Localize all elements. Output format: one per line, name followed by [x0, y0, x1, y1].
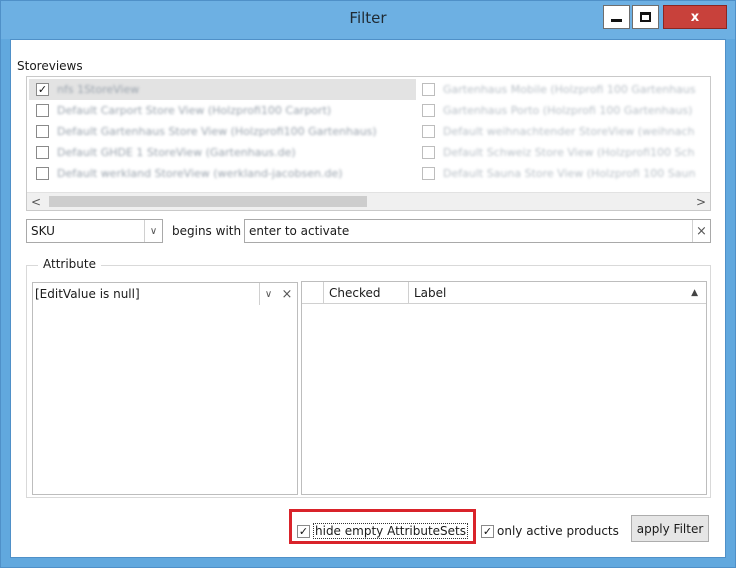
- storeview-checkbox[interactable]: [36, 125, 49, 138]
- hide-empty-label: hide empty AttributeSets: [313, 523, 469, 539]
- apply-filter-button[interactable]: apply Filter: [631, 515, 709, 542]
- attribute-set-list[interactable]: [32, 305, 298, 495]
- attribute-set-select[interactable]: [EditValue is null] ∨ ×: [32, 282, 298, 306]
- storeview-item[interactable]: Default Sauna Store View (Holzprofi 100 …: [415, 163, 710, 184]
- field-select-value: SKU: [31, 224, 55, 238]
- storeview-label: Default Carport Store View (Holzprofi100…: [57, 104, 332, 117]
- maximize-button[interactable]: [632, 5, 659, 29]
- storeview-item[interactable]: Default Schweiz Store View (Holzprofi100…: [415, 142, 710, 163]
- storeview-item[interactable]: ✓ nfs 1StoreView: [29, 79, 416, 100]
- storeviews-list[interactable]: ✓ nfs 1StoreView Default Carport Store V…: [26, 76, 711, 211]
- clear-icon[interactable]: ×: [692, 220, 710, 242]
- attribute-grid[interactable]: Checked Label ▲: [301, 281, 707, 495]
- storeview-checkbox[interactable]: [36, 167, 49, 180]
- filter-value-input[interactable]: enter to activate ×: [244, 219, 711, 243]
- only-active-label: only active products: [497, 524, 619, 538]
- field-select[interactable]: SKU ∨: [26, 219, 163, 243]
- only-active-checkbox-box[interactable]: ✓: [481, 524, 494, 538]
- storeview-label: Default Gartenhaus Store View (Holzprofi…: [57, 125, 377, 138]
- storeviews-label: Storeviews: [17, 59, 83, 73]
- storeview-item[interactable]: Default GHDE 1 StoreView (Gartenhaus.de): [29, 142, 416, 163]
- column-header-checked[interactable]: Checked: [324, 282, 409, 304]
- attribute-group-legend: Attribute: [38, 257, 101, 271]
- chevron-down-icon[interactable]: ∨: [259, 283, 277, 305]
- title-bar: Filter x: [1, 1, 735, 39]
- scrollbar-thumb[interactable]: [49, 196, 367, 207]
- hide-empty-checkbox-box[interactable]: ✓: [297, 524, 310, 538]
- storeview-label: Gartenhaus Porto (Holzprofi 100 Gartenha…: [443, 104, 693, 117]
- column-header-label[interactable]: Label ▲: [409, 282, 706, 304]
- storeview-checkbox[interactable]: [422, 167, 435, 180]
- storeview-checkbox[interactable]: [422, 146, 435, 159]
- storeviews-left-column: ✓ nfs 1StoreView Default Carport Store V…: [29, 79, 416, 184]
- only-active-products-checkbox[interactable]: ✓ only active products: [481, 517, 619, 545]
- minimize-icon: [611, 19, 622, 22]
- scroll-left-arrow-icon[interactable]: <: [27, 193, 45, 210]
- storeview-checkbox[interactable]: [422, 125, 435, 138]
- clear-icon[interactable]: ×: [277, 283, 297, 305]
- attribute-set-value: [EditValue is null]: [35, 287, 140, 301]
- storeview-label: nfs 1StoreView: [57, 83, 140, 96]
- storeview-checkbox[interactable]: ✓: [36, 83, 49, 96]
- storeview-label: Default werkland StoreView (werkland-jac…: [57, 167, 343, 180]
- storeview-item[interactable]: Default weihnachtender StoreView (weihna…: [415, 121, 710, 142]
- storeview-checkbox[interactable]: [422, 83, 435, 96]
- storeview-label: Default GHDE 1 StoreView (Gartenhaus.de): [57, 146, 296, 159]
- storeview-item[interactable]: Gartenhaus Mobile (Holzprofi 100 Gartenh…: [415, 79, 710, 100]
- storeview-label: Gartenhaus Mobile (Holzprofi 100 Gartenh…: [443, 83, 696, 96]
- storeview-label: Default weihnachtender StoreView (weihna…: [443, 125, 695, 138]
- sort-ascending-icon: ▲: [691, 288, 698, 298]
- storeview-checkbox[interactable]: [422, 104, 435, 117]
- storeview-item[interactable]: Default werkland StoreView (werkland-jac…: [29, 163, 416, 184]
- storeview-item[interactable]: Default Carport Store View (Holzprofi100…: [29, 100, 416, 121]
- storeviews-right-column: Gartenhaus Mobile (Holzprofi 100 Gartenh…: [415, 79, 710, 184]
- attribute-group: [EditValue is null] ∨ × Checked Label ▲: [26, 265, 711, 498]
- storeview-item[interactable]: Gartenhaus Porto (Holzprofi 100 Gartenha…: [415, 100, 710, 121]
- storeview-checkbox[interactable]: [36, 104, 49, 117]
- close-button[interactable]: x: [663, 5, 727, 29]
- sku-filter-row: SKU ∨ begins with enter to activate ×: [26, 219, 711, 243]
- storeview-item[interactable]: Default Gartenhaus Store View (Holzprofi…: [29, 121, 416, 142]
- maximize-icon: [640, 12, 651, 22]
- operator-label: begins with: [172, 224, 242, 238]
- grid-header: Checked Label ▲: [302, 282, 706, 304]
- close-icon: x: [690, 9, 700, 25]
- hide-empty-attributesets-checkbox[interactable]: ✓ hide empty AttributeSets: [297, 517, 469, 545]
- minimize-button[interactable]: [603, 5, 630, 29]
- scroll-right-arrow-icon[interactable]: >: [692, 193, 710, 210]
- column-header-label-text: Label: [414, 286, 447, 300]
- chevron-down-icon[interactable]: ∨: [144, 220, 162, 242]
- horizontal-scrollbar[interactable]: < >: [27, 192, 710, 210]
- row-indicator-header: [302, 282, 324, 304]
- filter-value-placeholder: enter to activate: [249, 224, 350, 238]
- storeview-label: Default Schweiz Store View (Holzprofi100…: [443, 146, 695, 159]
- storeview-label: Default Sauna Store View (Holzprofi 100 …: [443, 167, 696, 180]
- storeview-checkbox[interactable]: [36, 146, 49, 159]
